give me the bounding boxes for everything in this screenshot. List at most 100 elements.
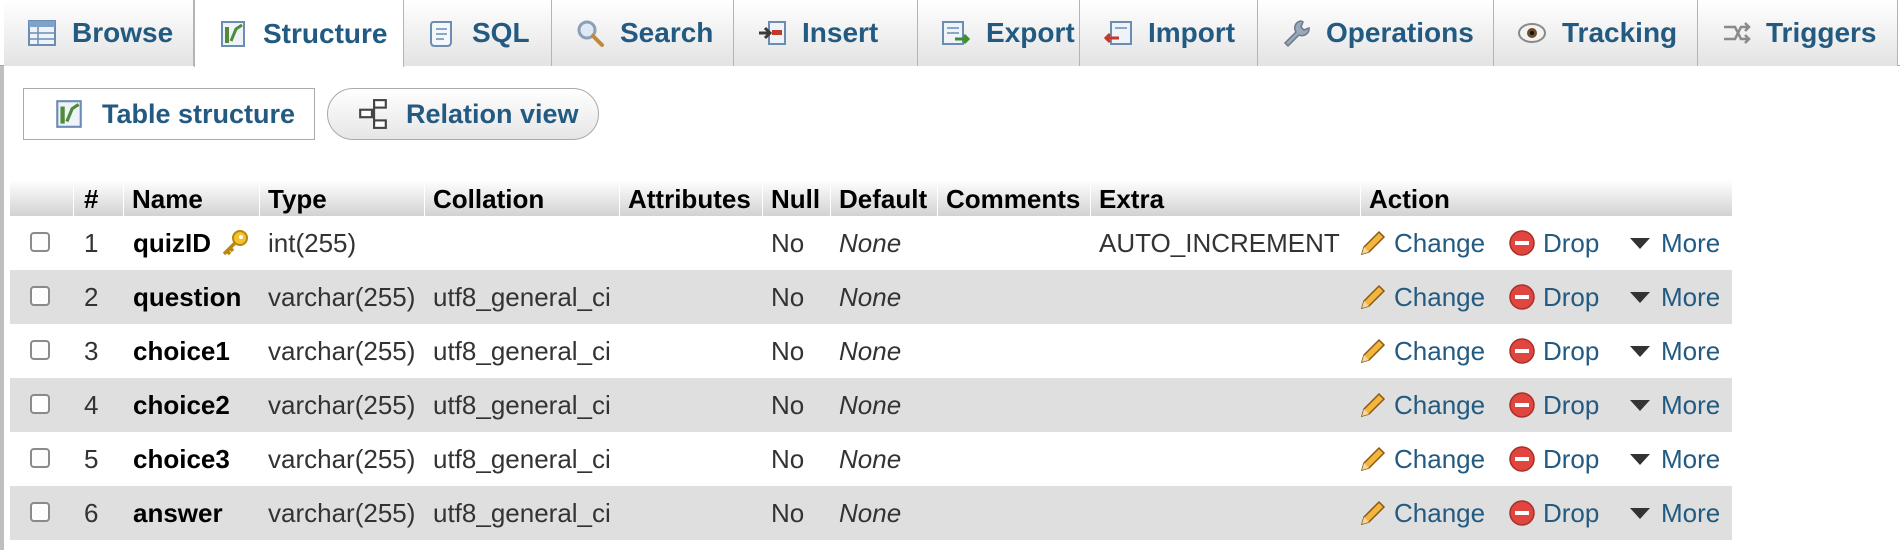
tab-import[interactable]: Import (1080, 0, 1258, 66)
tab-triggers[interactable]: Triggers (1698, 0, 1898, 66)
tab-browse[interactable]: Browse (4, 0, 194, 66)
more-action[interactable]: More (1625, 486, 1720, 540)
more-action[interactable]: More (1625, 324, 1720, 378)
dropdown-triangle-icon (1625, 498, 1655, 528)
drop-icon (1507, 444, 1537, 474)
more-action[interactable]: More (1625, 216, 1720, 270)
subtab-relation-view[interactable]: Relation view (327, 88, 599, 140)
drop-icon (1507, 390, 1537, 420)
column-name: choice1 (133, 336, 230, 366)
drop-icon (1507, 282, 1537, 312)
header-type[interactable]: Type (260, 180, 425, 216)
drop-icon (1507, 228, 1537, 258)
row-number: 2 (84, 282, 99, 312)
triggers-icon (1720, 17, 1752, 49)
drop-label: Drop (1543, 281, 1600, 312)
column-type: varchar(255) (268, 390, 416, 420)
column-collation: utf8_general_ci (433, 498, 611, 528)
tab-label: Import (1148, 17, 1236, 48)
change-action[interactable]: Change (1358, 270, 1485, 324)
column-collation: utf8_general_ci (433, 444, 611, 474)
column-name: choice3 (133, 444, 230, 474)
header-num[interactable]: # (74, 180, 124, 216)
tab-insert[interactable]: Insert (734, 0, 918, 66)
column-name: question (133, 282, 242, 312)
drop-action[interactable]: Drop (1507, 270, 1599, 324)
column-default: None (839, 282, 902, 312)
header-comments[interactable]: Comments (938, 180, 1091, 216)
header-attributes[interactable]: Attributes (620, 180, 763, 216)
more-label: More (1661, 497, 1721, 528)
row-number: 5 (84, 444, 99, 474)
tab-label: Operations (1326, 17, 1474, 48)
change-action[interactable]: Change (1358, 432, 1485, 486)
pencil-icon (1358, 336, 1388, 366)
tab-search[interactable]: Search (552, 0, 734, 66)
subtab-label: Table structure (102, 98, 296, 129)
row-number: 4 (84, 390, 99, 420)
browse-table-icon (26, 17, 58, 49)
change-action[interactable]: Change (1358, 486, 1485, 540)
eye-icon (1516, 17, 1548, 49)
row-number: 1 (84, 228, 99, 258)
change-action[interactable]: Change (1358, 378, 1485, 432)
more-action[interactable]: More (1625, 378, 1720, 432)
top-tab-bar: Browse Structure SQL Search Insert Expor… (0, 0, 1900, 67)
tab-tracking[interactable]: Tracking (1494, 0, 1698, 66)
pencil-icon (1358, 498, 1388, 528)
subtab-label: Relation view (406, 98, 579, 129)
drop-label: Drop (1543, 443, 1600, 474)
row-checkbox[interactable] (30, 232, 50, 252)
drop-action[interactable]: Drop (1507, 432, 1599, 486)
drop-action[interactable]: Drop (1507, 486, 1599, 540)
header-checkbox-col (10, 180, 74, 216)
change-action[interactable]: Change (1358, 216, 1485, 270)
tab-label: SQL (472, 17, 530, 48)
tab-sql[interactable]: SQL (404, 0, 552, 66)
header-collation[interactable]: Collation (425, 180, 620, 216)
column-default: None (839, 444, 902, 474)
row-checkbox[interactable] (30, 502, 50, 522)
row-number: 3 (84, 336, 99, 366)
column-type: varchar(255) (268, 498, 416, 528)
column-default: None (839, 228, 902, 258)
column-collation: utf8_general_ci (433, 282, 611, 312)
column-collation: utf8_general_ci (433, 336, 611, 366)
dropdown-triangle-icon (1625, 390, 1655, 420)
primary-key-icon (222, 230, 248, 256)
pencil-icon (1358, 444, 1388, 474)
column-default: None (839, 498, 902, 528)
row-checkbox[interactable] (30, 394, 50, 414)
table-row: 6 answer varchar(255) utf8_general_ci No… (10, 486, 1732, 540)
header-null[interactable]: Null (763, 180, 831, 216)
column-default: None (839, 336, 902, 366)
drop-label: Drop (1543, 227, 1600, 258)
drop-action[interactable]: Drop (1507, 378, 1599, 432)
tab-operations[interactable]: Operations (1258, 0, 1494, 66)
subtab-table-structure[interactable]: Table structure (23, 88, 315, 140)
column-type: varchar(255) (268, 282, 416, 312)
more-label: More (1661, 443, 1721, 474)
export-icon (940, 17, 972, 49)
more-action[interactable]: More (1625, 432, 1720, 486)
dropdown-triangle-icon (1625, 282, 1655, 312)
header-name[interactable]: Name (124, 180, 260, 216)
drop-action[interactable]: Drop (1507, 216, 1599, 270)
row-checkbox[interactable] (30, 340, 50, 360)
insert-icon (756, 17, 788, 49)
tab-structure[interactable]: Structure (194, 0, 404, 67)
row-checkbox[interactable] (30, 286, 50, 306)
dropdown-triangle-icon (1625, 336, 1655, 366)
more-action[interactable]: More (1625, 270, 1720, 324)
row-checkbox[interactable] (30, 448, 50, 468)
pencil-icon (1358, 390, 1388, 420)
table-row: 2 question varchar(255) utf8_general_ci … (10, 270, 1732, 324)
change-action[interactable]: Change (1358, 324, 1485, 378)
header-default[interactable]: Default (831, 180, 938, 216)
header-extra[interactable]: Extra (1091, 180, 1361, 216)
pencil-icon (1358, 228, 1388, 258)
tab-label: Insert (802, 17, 879, 48)
drop-action[interactable]: Drop (1507, 324, 1599, 378)
tab-export[interactable]: Export (918, 0, 1080, 66)
table-row: 5 choice3 varchar(255) utf8_general_ci N… (10, 432, 1732, 486)
